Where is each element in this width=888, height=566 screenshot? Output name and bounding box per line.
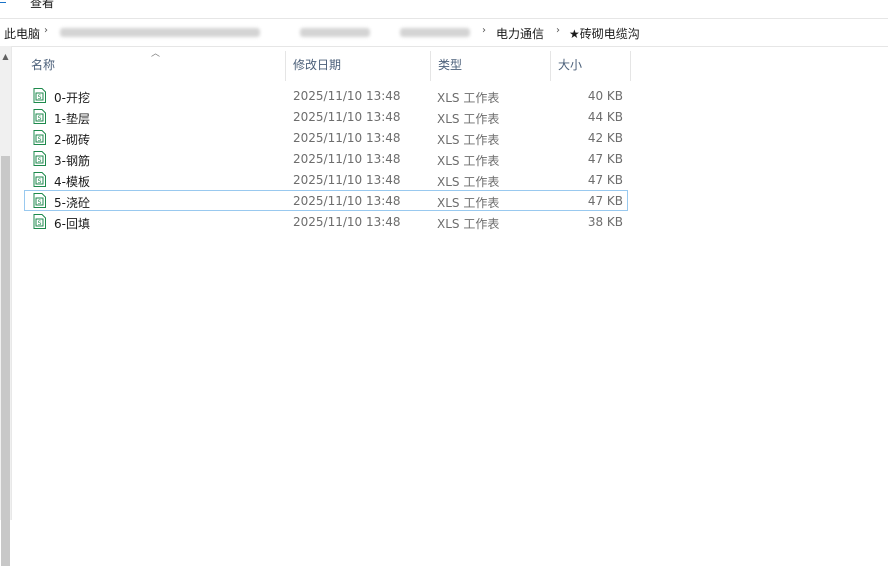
file-type: XLS 工作表 bbox=[437, 112, 500, 126]
file-type: XLS 工作表 bbox=[437, 154, 500, 168]
file-modified-date: 2025/11/10 13:48 bbox=[293, 173, 401, 187]
file-type: XLS 工作表 bbox=[437, 91, 500, 105]
xls-spreadsheet-icon: S bbox=[33, 130, 46, 145]
file-type: XLS 工作表 bbox=[437, 133, 500, 147]
column-header-size[interactable]: 大小 bbox=[551, 51, 631, 81]
breadcrumb-current[interactable]: ★砖砌电缆沟 bbox=[569, 25, 640, 42]
file-tab-edge[interactable] bbox=[0, 2, 6, 5]
svg-text:S: S bbox=[38, 157, 42, 164]
file-type: XLS 工作表 bbox=[437, 175, 500, 189]
file-size: 40 KB bbox=[587, 89, 623, 103]
file-row-focused[interactable]: S 5-浇砼 2025/11/10 13:48 XLS 工作表 47 KB bbox=[24, 190, 628, 211]
column-header-date[interactable]: 修改日期 bbox=[286, 51, 431, 81]
file-name[interactable]: 1-垫层 bbox=[54, 110, 90, 127]
column-header-row: ︿ 名称 修改日期 类型 大小 bbox=[24, 49, 632, 81]
menu-view[interactable]: 查看 bbox=[30, 0, 54, 11]
file-modified-date: 2025/11/10 13:48 bbox=[293, 194, 401, 208]
svg-text:S: S bbox=[38, 199, 42, 206]
redacted-path-segment bbox=[400, 28, 470, 37]
file-name[interactable]: 4-模板 bbox=[54, 173, 90, 190]
file-row[interactable]: S 3-钢筋 2025/11/10 13:48 XLS 工作表 47 KB bbox=[24, 148, 628, 169]
redacted-path-segment bbox=[300, 28, 370, 37]
breadcrumb-root[interactable]: 此电脑 bbox=[4, 25, 40, 42]
file-row[interactable]: S 6-回填 2025/11/10 13:48 XLS 工作表 38 KB bbox=[24, 211, 628, 232]
svg-text:S: S bbox=[38, 94, 42, 101]
file-name[interactable]: 6-回填 bbox=[54, 215, 90, 232]
file-type: XLS 工作表 bbox=[437, 217, 500, 231]
ribbon-menu-strip: 查看 bbox=[0, 0, 888, 14]
address-bar[interactable]: 此电脑 › › 电力通信 › ★砖砌电缆沟 bbox=[0, 18, 888, 47]
file-list: S 0-开挖 2025/11/10 13:48 XLS 工作表 40 KB S … bbox=[24, 85, 628, 232]
breadcrumb-parent[interactable]: 电力通信 bbox=[496, 25, 544, 42]
file-name[interactable]: 3-钢筋 bbox=[54, 152, 90, 169]
nav-pane-scrollbar[interactable]: ▲ bbox=[0, 46, 12, 566]
file-size: 44 KB bbox=[587, 110, 623, 124]
file-size: 38 KB bbox=[587, 215, 623, 229]
file-modified-date: 2025/11/10 13:48 bbox=[293, 110, 401, 124]
xls-spreadsheet-icon: S bbox=[33, 172, 46, 187]
chevron-right-icon[interactable]: › bbox=[556, 25, 560, 36]
file-name[interactable]: 2-砌砖 bbox=[54, 131, 90, 148]
file-row[interactable]: S 4-模板 2025/11/10 13:48 XLS 工作表 47 KB bbox=[24, 169, 628, 190]
file-modified-date: 2025/11/10 13:48 bbox=[293, 152, 401, 166]
xls-spreadsheet-icon: S bbox=[33, 88, 46, 103]
xls-spreadsheet-icon: S bbox=[33, 109, 46, 124]
file-row[interactable]: S 2-砌砖 2025/11/10 13:48 XLS 工作表 42 KB bbox=[24, 127, 628, 148]
svg-text:S: S bbox=[38, 115, 42, 122]
chevron-right-icon[interactable]: › bbox=[482, 25, 486, 36]
xls-spreadsheet-icon: S bbox=[33, 214, 46, 229]
file-name[interactable]: 0-开挖 bbox=[54, 89, 90, 106]
svg-text:S: S bbox=[38, 178, 42, 185]
file-modified-date: 2025/11/10 13:48 bbox=[293, 89, 401, 103]
file-modified-date: 2025/11/10 13:48 bbox=[293, 131, 401, 145]
svg-text:S: S bbox=[38, 136, 42, 143]
file-size: 42 KB bbox=[587, 131, 623, 145]
file-type: XLS 工作表 bbox=[437, 196, 500, 210]
redacted-path-segment bbox=[60, 28, 260, 37]
chevron-right-icon[interactable]: › bbox=[44, 25, 48, 36]
svg-text:S: S bbox=[38, 220, 42, 227]
file-modified-date: 2025/11/10 13:48 bbox=[293, 215, 401, 229]
file-row[interactable]: S 1-垫层 2025/11/10 13:48 XLS 工作表 44 KB bbox=[24, 106, 628, 127]
file-size: 47 KB bbox=[587, 194, 623, 208]
scrollbar-thumb[interactable] bbox=[1, 156, 10, 566]
column-header-name[interactable]: 名称 bbox=[24, 51, 286, 81]
xls-spreadsheet-icon: S bbox=[33, 193, 46, 208]
file-row[interactable]: S 0-开挖 2025/11/10 13:48 XLS 工作表 40 KB bbox=[24, 85, 628, 106]
xls-spreadsheet-icon: S bbox=[33, 151, 46, 166]
scroll-up-icon[interactable]: ▲ bbox=[0, 52, 11, 61]
file-name[interactable]: 5-浇砼 bbox=[54, 194, 90, 211]
file-size: 47 KB bbox=[587, 173, 623, 187]
file-size: 47 KB bbox=[587, 152, 623, 166]
column-header-type[interactable]: 类型 bbox=[431, 51, 551, 81]
